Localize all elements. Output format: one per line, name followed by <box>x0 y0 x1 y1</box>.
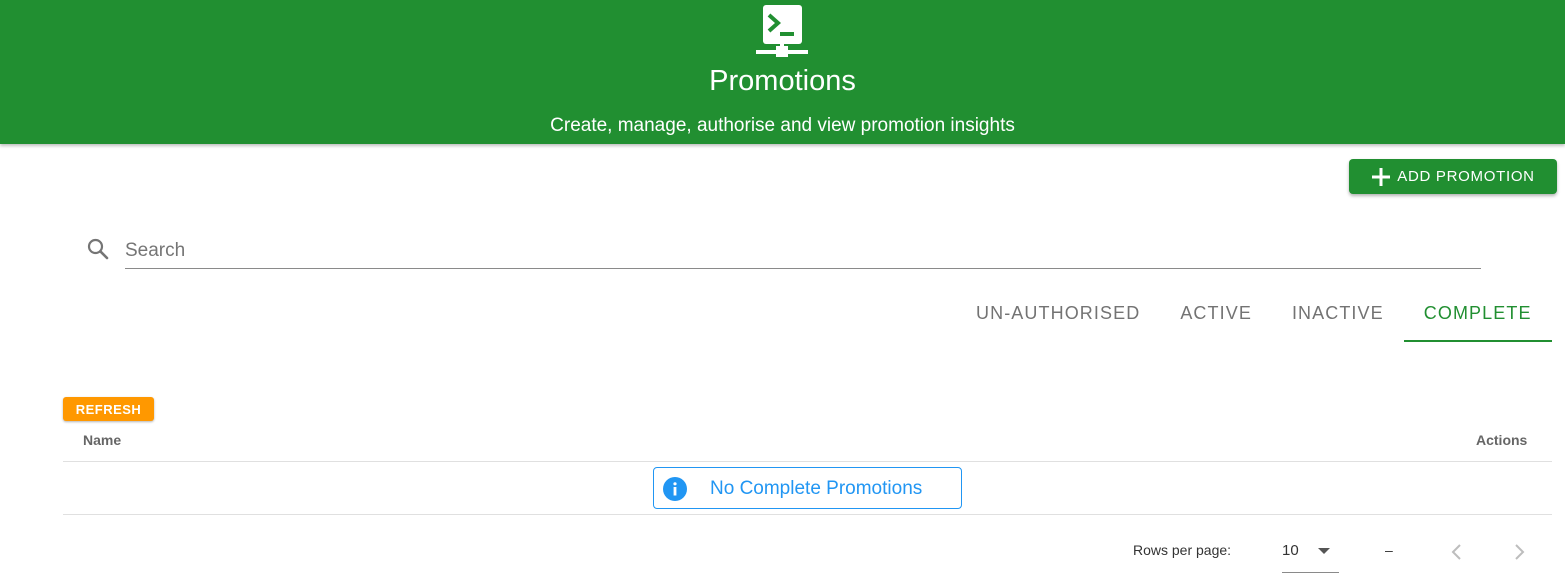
rows-per-page-select[interactable]: 10 <box>1282 536 1339 573</box>
plus-icon <box>1372 167 1391 186</box>
page-title: Promotions <box>709 65 856 97</box>
info-icon <box>663 477 687 501</box>
tab-active[interactable]: ACTIVE <box>1160 284 1272 342</box>
empty-state-message: No Complete Promotions <box>710 478 923 499</box>
search-icon <box>87 238 109 260</box>
rows-per-page-value: 10 <box>1282 542 1299 559</box>
rows-per-page-label: Rows per page: <box>1133 542 1232 558</box>
page-subtitle: Create, manage, authorise and view promo… <box>550 115 1015 136</box>
status-tabs: UN-AUTHORISED ACTIVE INACTIVE COMPLETE <box>956 284 1552 342</box>
terminal-network-icon <box>756 5 808 57</box>
caret-down-icon <box>1318 548 1330 554</box>
tab-complete[interactable]: COMPLETE <box>1403 284 1552 342</box>
column-header-actions: Actions <box>1476 432 1528 448</box>
tab-inactive[interactable]: INACTIVE <box>1272 284 1404 342</box>
search-input[interactable] <box>125 234 1481 269</box>
empty-state-alert: No Complete Promotions <box>653 467 962 509</box>
pagination-range: – <box>1385 542 1393 558</box>
tab-un-authorised[interactable]: UN-AUTHORISED <box>956 284 1160 342</box>
add-promotion-label: ADD PROMOTION <box>1397 168 1535 185</box>
refresh-button[interactable]: REFRESH <box>63 397 154 421</box>
column-header-name[interactable]: Name <box>83 432 121 448</box>
table-footer-divider <box>63 514 1552 515</box>
next-page-icon[interactable] <box>1507 540 1531 564</box>
table-header-divider <box>63 461 1552 462</box>
page-header: Promotions Create, manage, authorise and… <box>0 0 1565 144</box>
add-promotion-button[interactable]: ADD PROMOTION <box>1349 159 1557 194</box>
previous-page-icon[interactable] <box>1445 540 1469 564</box>
